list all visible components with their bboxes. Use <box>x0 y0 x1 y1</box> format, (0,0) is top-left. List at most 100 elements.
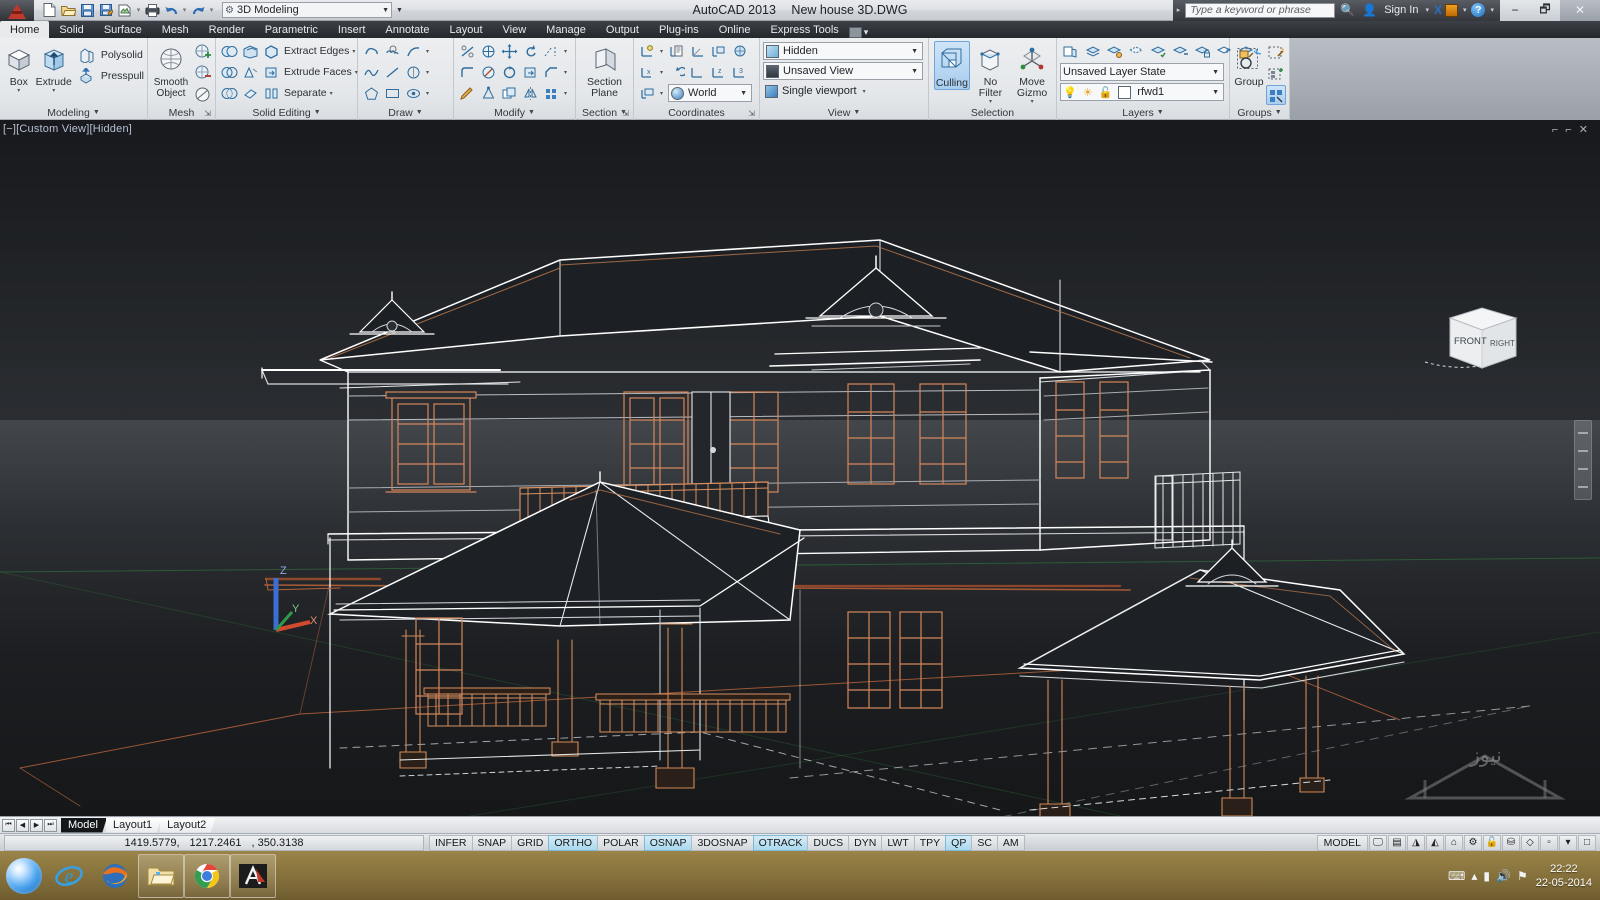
restore-button[interactable]: 🗗 <box>1530 0 1560 21</box>
revcloud-icon[interactable] <box>382 41 402 61</box>
fillet-edge-icon[interactable] <box>457 62 477 82</box>
move-icon[interactable] <box>499 41 519 61</box>
navigation-bar[interactable] <box>1574 420 1592 500</box>
last-layout-icon[interactable]: ⏭ <box>44 818 57 832</box>
ungroup-icon[interactable] <box>1266 43 1286 63</box>
panel-title-selection[interactable]: Selection <box>929 105 1056 120</box>
toggle-polar[interactable]: POLAR <box>597 834 644 851</box>
first-layout-icon[interactable]: ⏮ <box>2 818 15 832</box>
separate-icon[interactable] <box>261 83 281 103</box>
toggle-otrack[interactable]: OTRACK <box>752 834 808 851</box>
named-view-combo[interactable]: Unsaved View ▼ <box>763 62 923 80</box>
layer-unisolate-icon[interactable] <box>1126 41 1146 61</box>
match-properties-icon[interactable] <box>457 83 477 103</box>
layer-unlocked-icon[interactable]: 🔓 <box>1099 86 1113 99</box>
help-icon[interactable]: ? <box>1471 3 1486 17</box>
layer-lock-icon[interactable] <box>1192 41 1212 61</box>
coordinate-display[interactable]: 1419.5779, 1217.2461 , 350.3138 <box>4 834 424 851</box>
tab-manage[interactable]: Manage <box>536 21 596 38</box>
toggle-osnap[interactable]: OSNAP <box>643 834 692 851</box>
steeringwheel-icon[interactable] <box>1578 486 1588 488</box>
ucs-3point-icon[interactable]: 3 <box>729 62 749 82</box>
minimize-button[interactable]: − <box>1500 0 1530 21</box>
extrude-button[interactable]: Extrude ▾ <box>36 41 72 94</box>
ucs-x-dropdown-icon[interactable]: ▾ <box>658 69 665 76</box>
sign-in-button[interactable]: Sign In <box>1382 4 1420 16</box>
orbit-icon[interactable] <box>1578 468 1588 470</box>
ucs-icon[interactable] <box>637 41 657 61</box>
file-explorer-icon[interactable] <box>138 853 184 898</box>
ucs-globe-icon[interactable] <box>729 41 749 61</box>
polyline-icon[interactable] <box>361 41 381 61</box>
next-layout-icon[interactable]: ▶ <box>30 818 43 832</box>
layer-off-icon[interactable] <box>1170 41 1190 61</box>
union-icon[interactable] <box>219 41 239 61</box>
extract-edges-label[interactable]: Extract Edges <box>282 45 349 57</box>
tab-output[interactable]: Output <box>596 21 649 38</box>
tab-insert[interactable]: Insert <box>328 21 376 38</box>
ucs-dropdown-icon[interactable]: ▾ <box>658 48 665 55</box>
security-lock-icon[interactable] <box>1444 3 1458 17</box>
search-icon[interactable]: 🔍 <box>1338 3 1357 17</box>
annotation-scale-icon[interactable]: ◮ <box>1407 834 1425 851</box>
pan-icon[interactable] <box>1578 432 1588 434</box>
no-filter-button[interactable]: No Filter ▾ <box>973 41 1008 105</box>
extrude-faces-label[interactable]: Extrude Faces <box>282 66 352 78</box>
extrude-faces-icon[interactable] <box>261 62 281 82</box>
smooth-less-icon[interactable] <box>192 63 212 83</box>
line-icon[interactable] <box>382 62 402 82</box>
panel-title-modify[interactable]: Modify ▼ <box>454 105 575 120</box>
annotation-visibility-icon[interactable]: ◭ <box>1426 834 1444 851</box>
internet-explorer-icon[interactable]: e <box>46 854 92 898</box>
toggle-ortho[interactable]: ORTHO <box>548 834 598 851</box>
toggle-tpy[interactable]: TPY <box>913 834 946 851</box>
tab-solid[interactable]: Solid <box>49 21 93 38</box>
layer-state-combo[interactable]: Unsaved Layer State ▼ <box>1060 63 1224 81</box>
tray-expand-icon[interactable]: ▴ <box>1471 869 1477 883</box>
ucs-view-icon[interactable] <box>708 41 728 61</box>
model-space-button[interactable]: MODEL <box>1316 834 1368 851</box>
layer-color-swatch[interactable] <box>1118 85 1132 99</box>
drawing-viewport[interactable]: [−][Custom View][Hidden] ⌐ ⌐ ✕ Z X Y FRO… <box>0 120 1600 816</box>
layer-thaw-icon[interactable]: ☀ <box>1083 86 1093 99</box>
layout-tab-layout1[interactable]: Layout1 <box>105 817 162 833</box>
qat-more-icon[interactable]: ▼ <box>396 7 403 14</box>
box-dropdown-icon[interactable]: ▾ <box>17 88 20 94</box>
tab-mesh[interactable]: Mesh <box>152 21 199 38</box>
chamfer-icon[interactable] <box>541 62 561 82</box>
panel-title-draw[interactable]: Draw ▼ <box>358 105 453 120</box>
visual-style-combo[interactable]: Hidden ▼ <box>763 42 923 60</box>
toggle-snap[interactable]: SNAP <box>471 834 512 851</box>
3dmove-icon[interactable] <box>478 41 498 61</box>
application-menu-button[interactable] <box>0 0 34 21</box>
customize-icon[interactable]: ▾ <box>1559 834 1577 851</box>
tab-render[interactable]: Render <box>199 21 255 38</box>
tab-layout[interactable]: Layout <box>439 21 492 38</box>
start-button[interactable] <box>2 854 46 898</box>
view-cube[interactable]: FRONT RIGHT <box>1420 298 1540 381</box>
panel-title-coordinates[interactable]: Coordinates ⇲ <box>634 105 759 120</box>
layer-properties-icon[interactable] <box>1060 41 1080 61</box>
separate-label[interactable]: Separate <box>282 87 327 99</box>
ellipse-icon[interactable] <box>403 62 423 82</box>
3drotate-icon[interactable] <box>520 41 540 61</box>
rectangle-icon[interactable] <box>382 83 402 103</box>
toggle-infer[interactable]: INFER <box>429 834 472 851</box>
ucs-zaxis-icon[interactable]: z <box>708 62 728 82</box>
close-button[interactable]: ✕ <box>1560 0 1600 21</box>
panel-title-solid-editing[interactable]: Solid Editing ▼ <box>216 105 357 120</box>
toggle-sc[interactable]: SC <box>971 834 997 851</box>
draw-dropdown-1[interactable]: ▾ <box>424 48 431 55</box>
network-icon[interactable]: ▮ <box>1483 869 1490 883</box>
viewport-config-button[interactable]: Single viewport ▾ <box>763 82 870 100</box>
zoom-icon[interactable] <box>1578 450 1588 452</box>
group-edit-icon[interactable] <box>1266 64 1286 84</box>
trim-icon[interactable] <box>457 41 477 61</box>
layer-on-icon[interactable]: 💡 <box>1063 86 1077 99</box>
viewport-window-controls[interactable]: ⌐ ⌐ ✕ <box>1552 123 1590 136</box>
extract-edges-icon[interactable] <box>261 41 281 61</box>
tab-home[interactable]: Home <box>0 21 50 38</box>
autocad-taskbar-icon[interactable] <box>230 853 276 898</box>
volume-icon[interactable]: 🔊 <box>1496 869 1511 883</box>
undo-icon[interactable] <box>162 1 180 19</box>
